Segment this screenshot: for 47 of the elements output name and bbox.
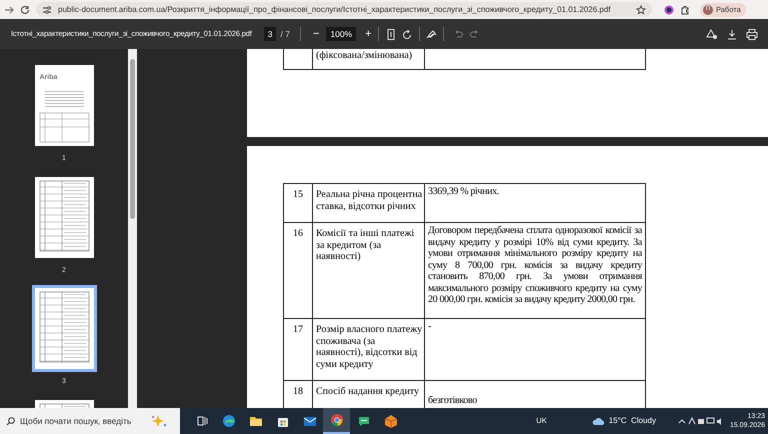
- shapes-icon[interactable]: [706, 28, 718, 40]
- table-cell: 15: [284, 184, 313, 222]
- puzzle-icon[interactable]: [680, 4, 690, 14]
- table-cell: 16: [284, 223, 313, 318]
- cloud-icon[interactable]: [592, 416, 605, 426]
- weather-text[interactable]: 15°C Cloudy: [608, 415, 656, 427]
- package-icon: [384, 414, 398, 428]
- chat-bubble-icon: [356, 414, 370, 428]
- table-cell: Реальна річна процентна ставка, відсотки річних: [313, 184, 425, 222]
- table-cell-text: 3369,39 % річних.: [427, 185, 500, 199]
- redo-icon[interactable]: [470, 29, 480, 39]
- url-text: public-document.ariba.com.ua/Розкриття_інформації_про_фінансові_послуги/Істотні_характеристики_послуги_зі_споживчого_кредиту_01.01.2026.pdf: [58, 4, 612, 16]
- zoom-out-button[interactable]: −: [312, 28, 320, 40]
- forward-icon[interactable]: [4, 4, 14, 14]
- table-cell: 17: [284, 319, 313, 380]
- print-icon[interactable]: [746, 28, 758, 40]
- page-total: / 7: [280, 28, 290, 40]
- task-view-icon: [194, 414, 208, 428]
- browser-icon: [222, 414, 236, 428]
- table-cell: (фіксована/змінювана): [313, 49, 425, 69]
- colorful-extension-icon[interactable]: [664, 4, 674, 14]
- table-cell-text: безготівково: [427, 394, 478, 408]
- reload-icon[interactable]: [20, 4, 30, 14]
- chrome-icon: [330, 413, 344, 427]
- table-cell-text: -: [427, 320, 432, 334]
- address-bar[interactable]: public-document.ariba.com.ua/Розкриття_інформації_про_фінансові_послуги/Істотні_характеристики_послуги_зі_споживчого_кредиту_01.01.2026.pdf: [36, 2, 652, 17]
- search-field[interactable]: Щоби почати пошук, введіть: [0, 408, 180, 434]
- download-icon[interactable]: [727, 28, 737, 40]
- table-cell: Розмір власного платежу споживача (за наявності), відсотки від суми кредиту: [313, 319, 425, 380]
- zoom-in-button[interactable]: +: [365, 28, 372, 40]
- star-icon[interactable]: [636, 4, 646, 14]
- page-number-field[interactable]: 3: [264, 27, 276, 41]
- fit-page-icon[interactable]: [386, 28, 396, 40]
- table-cell-text: Договором передбачена сплата одноразової комісії за видачу кредиту у розмірі 10% від суми кредиту. За умови отримання мінімального розміру кредиту на суму 8 700,00 грн. комісія за видачу кредиту становить 870,00 грн. За умови отримання максимального розміру споживчого кредиту на суму 20 000,00 грн. комісія за видачу кредиту 2000,00 грн.: [427, 224, 644, 307]
- tray-icons-drawing[interactable]: [678, 416, 722, 426]
- annotate-icon[interactable]: [426, 28, 437, 40]
- search-icon: [6, 417, 15, 426]
- undo-icon[interactable]: [452, 29, 463, 39]
- page-thumbnail[interactable]: [34, 176, 94, 258]
- folder-icon: [248, 414, 262, 428]
- mail-icon: [302, 414, 316, 428]
- site-settings-icon[interactable]: [42, 5, 52, 14]
- table-cell: Комісії та інші платежі за кредитом (за наявності): [313, 223, 425, 318]
- scrollbar[interactable]: [128, 49, 137, 408]
- sparkle-icon: [150, 414, 168, 428]
- rotate-icon[interactable]: [402, 28, 413, 40]
- zoom-field[interactable]: 100%: [326, 27, 356, 41]
